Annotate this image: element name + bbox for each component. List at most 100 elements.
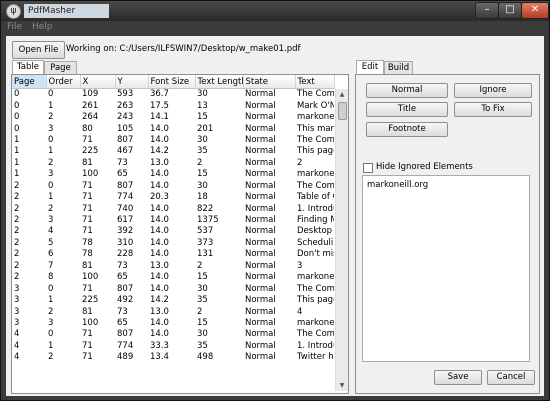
table-cell: 65 — [117, 272, 128, 283]
table-row[interactable]: 4 2 71 489 13.4 498 Normal Twitter has — [12, 352, 334, 363]
table-row[interactable]: 1 0 71 807 14.0 30 Normal The Compl — [12, 135, 334, 146]
table-row[interactable]: 1 3 100 65 14.0 15 Normal markoneill. — [12, 169, 334, 180]
table-cell: 14.0 — [150, 249, 169, 260]
table-row[interactable]: 0 2 264 243 14.1 15 Normal markoneill. — [12, 112, 334, 123]
maximize-button[interactable]: □ — [498, 2, 522, 19]
table-row[interactable]: 1 2 81 73 13.0 2 Normal 2 — [12, 158, 334, 169]
table-cell: 109 — [82, 89, 99, 100]
table-cell: 73 — [117, 260, 128, 271]
table-cell: 81 — [82, 260, 93, 271]
menu-help[interactable]: Help — [32, 22, 53, 32]
scroll-thumb[interactable] — [338, 102, 347, 120]
table-scrollbar[interactable]: ▲ ▼ — [335, 89, 348, 391]
to-fix-button[interactable]: To Fix — [454, 102, 532, 117]
table-cell: 1 — [14, 134, 20, 145]
table-cell: 71 — [82, 329, 93, 340]
scroll-up-icon[interactable]: ▲ — [336, 89, 348, 100]
table-row[interactable]: 4 1 71 774 33.3 35 Normal 1. Introduc — [12, 341, 334, 352]
ignore-button[interactable]: Ignore — [454, 83, 532, 98]
table-row[interactable]: 307180714.030NormalThe Compl — [12, 283, 334, 294]
minimize-button[interactable]: – — [475, 2, 499, 19]
table-cell: 14.0 — [150, 317, 169, 328]
table-cell: Normal — [245, 203, 276, 214]
table-row[interactable]: 0 0 109 593 36.7 30 Normal The Compl — [12, 89, 334, 101]
menu-file[interactable]: File — [7, 22, 22, 32]
table-row[interactable]: 2 0 71 807 14.0 30 Normal The Compl — [12, 181, 334, 192]
column-header-y[interactable]: Y — [115, 75, 149, 89]
table-row[interactable]: 2 2 71 740 14.0 822 Normal 1. Introduc — [12, 203, 334, 214]
hide-ignored-checkbox[interactable] — [363, 163, 373, 173]
table-cell: 3 — [14, 295, 20, 306]
tab-table[interactable]: Table — [12, 60, 44, 74]
table-cell: 264 — [82, 112, 99, 123]
table-cell: Normal — [245, 100, 276, 111]
scroll-down-icon[interactable]: ▼ — [336, 380, 348, 391]
table-row[interactable]: 2 8 100 65 14.0 15 Normal markoneill. — [12, 272, 334, 283]
table-cell: The Compl — [297, 283, 334, 294]
column-header-text-length[interactable]: Text Length — [195, 75, 244, 89]
table-row[interactable]: 2 4 71 392 14.0 537 Normal Desktop A — [12, 226, 334, 237]
table-cell: 35 — [197, 295, 208, 306]
table-cell: 492 — [117, 295, 134, 306]
table-cell: Normal — [245, 134, 276, 145]
table-row[interactable]: 3 2 81 73 13.0 2 Normal 4 — [12, 306, 334, 317]
open-file-button[interactable]: Open File — [12, 41, 65, 59]
table-cell: Normal — [245, 112, 276, 123]
table-cell: 15 — [197, 112, 208, 123]
table-cell: This manua — [297, 123, 334, 134]
table-cell: Twitter has — [297, 352, 334, 363]
normal-button[interactable]: Normal — [366, 83, 448, 98]
table-cell: 593 — [117, 89, 134, 100]
table-cell: 105 — [117, 123, 134, 134]
table-row[interactable]: 0 3 80 105 14.0 201 Normal This manua — [12, 123, 334, 134]
tab-page[interactable]: Page — [44, 61, 77, 74]
footnote-button[interactable]: Footnote — [366, 122, 448, 137]
table-cell: 13.4 — [150, 352, 169, 363]
table-cell: Normal — [245, 226, 276, 237]
table-row[interactable]: 2 1 71 774 20.3 18 Normal Table of Co — [12, 192, 334, 203]
table-cell: Normal — [245, 249, 276, 260]
save-button[interactable]: Save — [434, 370, 482, 385]
table-cell: 14.0 — [150, 237, 169, 248]
table-cell: 15 — [197, 317, 208, 328]
tab-edit[interactable]: Edit — [356, 60, 384, 74]
table-cell: 13.0 — [150, 260, 169, 271]
table-cell: 0 — [14, 112, 20, 123]
column-header-page[interactable]: Page — [12, 75, 47, 89]
table-cell: 14.2 — [150, 295, 169, 306]
edit-panel: Normal Ignore Title To Fix Footnote Hide… — [355, 74, 540, 394]
column-header-x[interactable]: X — [80, 75, 116, 89]
close-button[interactable]: ✕ — [521, 2, 549, 19]
table-cell: 2 — [197, 306, 203, 317]
table-cell: 0 — [48, 329, 54, 340]
table-cell: Normal — [245, 295, 276, 306]
column-header-state[interactable]: State — [243, 75, 296, 89]
hide-ignored-label: Hide Ignored Elements — [376, 162, 473, 172]
table-cell: Don't miss — [297, 249, 334, 260]
table-cell: 73 — [117, 157, 128, 168]
table-row[interactable]: 2 7 81 73 13.0 2 Normal 3 — [12, 261, 334, 272]
table-row[interactable]: 0 1 261 263 17.5 13 Normal Mark O'Ne — [12, 100, 334, 111]
column-header-order[interactable]: Order — [46, 75, 81, 89]
element-text-area[interactable]: markoneill.org — [362, 175, 530, 362]
table-row[interactable]: 4 0 71 807 14.0 30 Normal The Compl — [12, 329, 334, 340]
table-row[interactable]: 3 1 225 492 14.2 35 Normal This page i — [12, 295, 334, 306]
table-row[interactable]: 2 3 71 617 14.0 1375 Normal Finding Mo — [12, 215, 334, 226]
table-cell: 14.0 — [150, 272, 169, 283]
table-cell: 4 — [14, 352, 20, 363]
table-cell: 822 — [197, 203, 214, 214]
column-header-font-size[interactable]: Font Size — [148, 75, 196, 89]
table-row[interactable]: 2 5 78 310 14.0 373 Normal Scheduling — [12, 238, 334, 249]
tab-build[interactable]: Build — [384, 61, 413, 74]
table-row[interactable]: 3 3 100 65 14.0 15 Normal markoneill. — [12, 318, 334, 329]
table-row[interactable]: 2 6 78 228 14.0 131 Normal Don't miss — [12, 249, 334, 260]
table-cell: 467 — [117, 146, 134, 157]
table-cell: 0 — [14, 89, 20, 100]
table-cell: 4 — [14, 340, 20, 351]
title-button[interactable]: Title — [366, 102, 448, 117]
column-header-text[interactable]: Text — [295, 75, 335, 89]
cancel-button[interactable]: Cancel — [487, 370, 535, 385]
table-row[interactable]: 1 1 225 467 14.2 35 Normal This page i — [12, 146, 334, 157]
table-cell: 14.0 — [150, 329, 169, 340]
table-cell: 617 — [117, 215, 134, 226]
